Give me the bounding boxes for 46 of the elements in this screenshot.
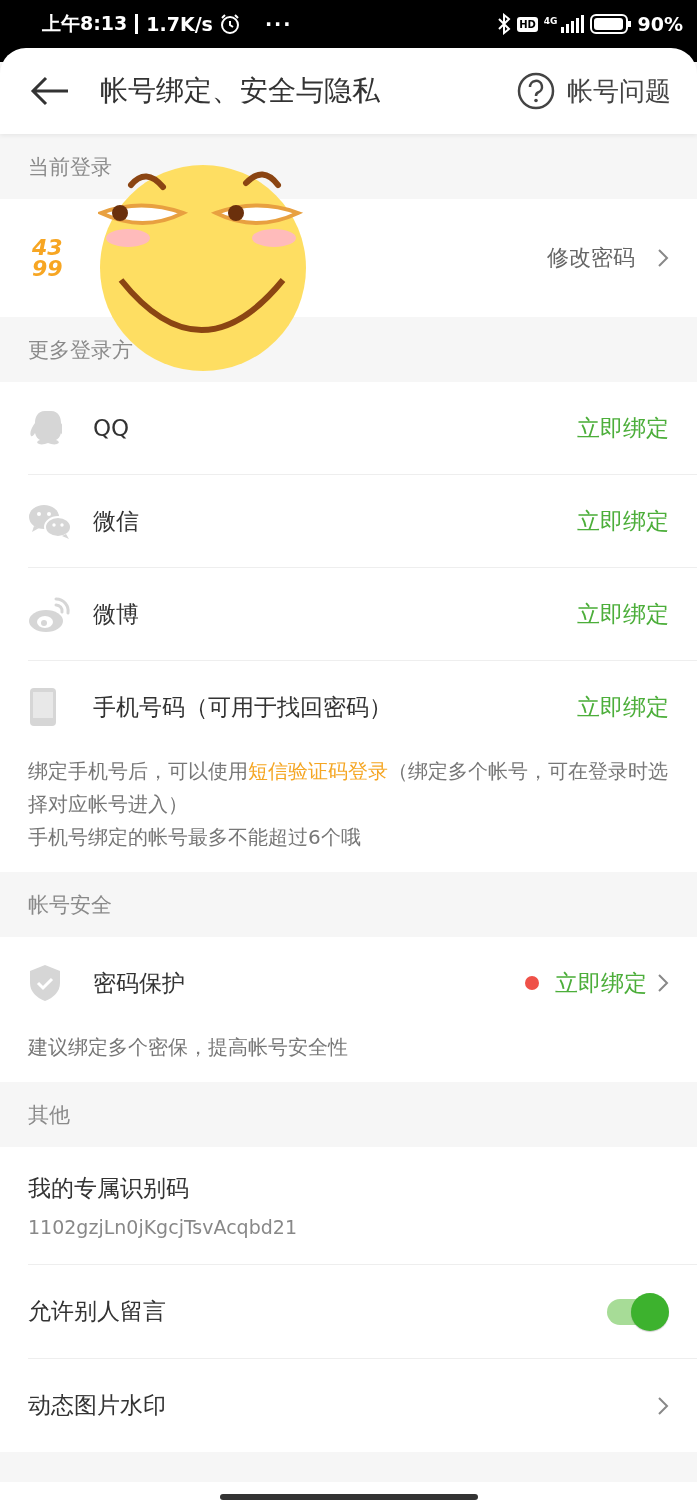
back-arrow-icon[interactable]: [30, 76, 70, 106]
bluetooth-icon: [497, 13, 512, 35]
page-title: 帐号绑定、安全与隐私: [100, 73, 380, 109]
hd-badge: HD: [517, 16, 538, 32]
sms-login-link[interactable]: 短信验证码登录: [248, 759, 388, 783]
chevron-icon: [657, 248, 669, 268]
section-header: 当前登录: [28, 153, 112, 181]
battery-icon: [589, 13, 632, 35]
row-label: 动态图片水印: [28, 1391, 166, 1420]
more-indicator: ···: [264, 13, 293, 35]
app-logo: 43 99: [32, 237, 63, 279]
network-speed: 1.7K/s: [146, 13, 213, 35]
toggle-switch[interactable]: [605, 1291, 669, 1332]
change-password-link[interactable]: 修改密码: [547, 243, 635, 273]
phone-icon: [28, 687, 58, 727]
shield-check-icon: [28, 964, 62, 1002]
bind-now-link[interactable]: 立即绑定: [577, 691, 669, 723]
status-time: 上午8:13: [42, 11, 128, 36]
identification-code: 1102gzjLn0jKgcjTsvAcqbd21: [28, 1216, 297, 1238]
bind-now-link[interactable]: 立即绑定: [555, 967, 647, 999]
row-label: 我的专属识别码: [28, 1174, 189, 1203]
bind-now-link[interactable]: 立即绑定: [577, 412, 669, 444]
bind-now-link[interactable]: 立即绑定: [577, 598, 669, 630]
bind-now-link[interactable]: 立即绑定: [577, 505, 669, 537]
help-link[interactable]: 帐号问题: [567, 73, 671, 109]
row-label: 微信: [93, 506, 139, 536]
section-header: 其他: [28, 1101, 70, 1129]
row-label: 手机号码（可用于找回密码）: [93, 692, 392, 722]
hint-text: 建议绑定多个密保，提高帐号安全性: [28, 1034, 349, 1061]
row-label: 微博: [93, 599, 139, 629]
chat-bubbles-icon: [28, 502, 72, 540]
network-type: 4G: [543, 16, 558, 26]
section-header: 帐号安全: [28, 891, 112, 919]
alarm-icon: [218, 13, 241, 35]
row-label: QQ: [93, 415, 130, 441]
chevron-icon: [657, 1395, 669, 1416]
penguin-icon: [28, 409, 62, 447]
battery-percent: 90%: [637, 13, 683, 35]
signal-icon: [559, 15, 584, 33]
row-label: 密码保护: [93, 968, 185, 998]
hint-text: 手机号绑定的帐号最多不能超过6个哦: [28, 824, 362, 851]
section-header: 更多登录方: [28, 336, 133, 364]
hint-text: 绑定手机号后，可以使用短信验证码登录（绑定多个帐号，可在登录时选择对应帐号进入）: [28, 758, 669, 818]
help-icon[interactable]: [517, 72, 555, 110]
row-label: 允许别人留言: [28, 1297, 166, 1326]
eye-waves-icon: [28, 595, 72, 633]
